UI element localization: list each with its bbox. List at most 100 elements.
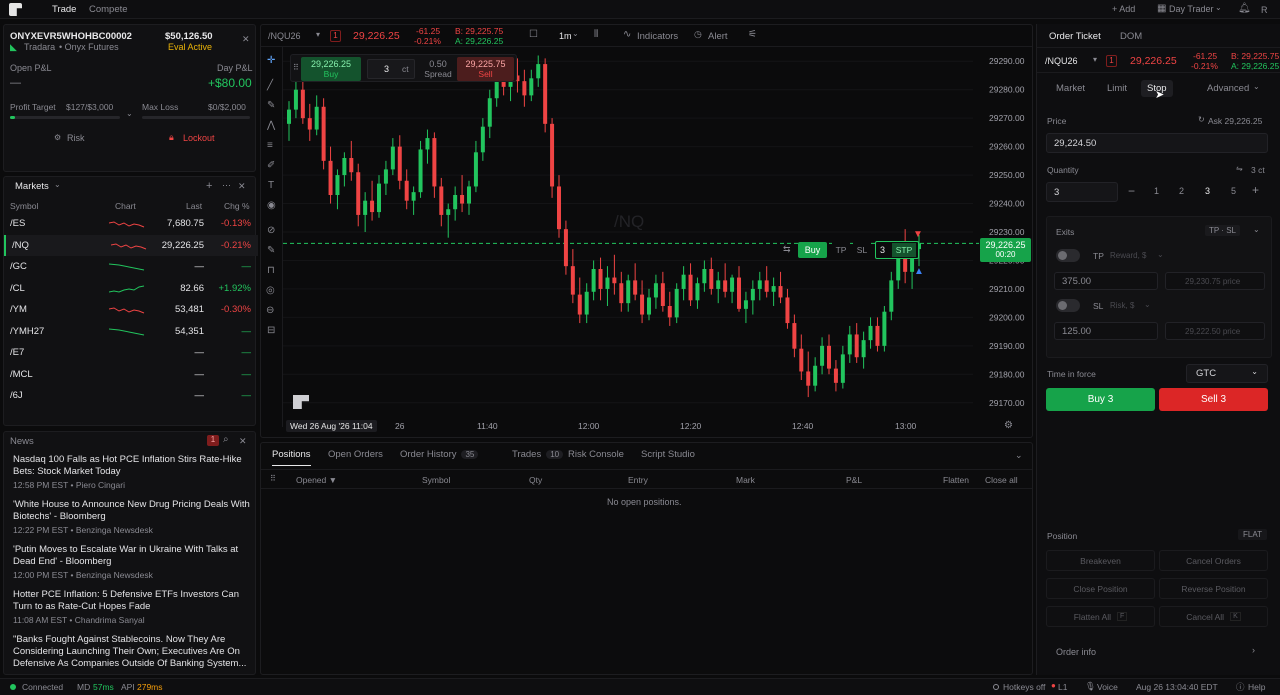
qty-preset-1[interactable]: 1 — [1154, 186, 1159, 196]
level-status[interactable]: L1 — [1058, 682, 1067, 692]
tp-marker-icon[interactable]: ▼ — [913, 229, 923, 240]
bottom-tab[interactable]: Risk Console — [568, 449, 624, 460]
pen-icon[interactable]: ✎ — [267, 100, 275, 111]
ask-ref[interactable]: Ask 29,226.25 — [1208, 116, 1262, 126]
ticket-symbol[interactable]: /NQU26 — [1045, 56, 1078, 66]
close-icon[interactable]: ✕ — [238, 181, 246, 192]
sl-mode[interactable]: Risk, $ — [1110, 301, 1134, 310]
market-row[interactable]: /YM 53,481 -0.30% — [4, 299, 258, 320]
col-symbol[interactable]: Symbol — [422, 475, 450, 485]
lock-icon[interactable]: ⊓ — [267, 265, 275, 276]
tp-price-input[interactable]: 29,230.75 price — [1165, 272, 1265, 290]
shape-icon[interactable]: ◉ — [267, 200, 276, 211]
col-entry[interactable]: Entry — [628, 475, 648, 485]
orderline-tag[interactable]: 3 STP — [875, 241, 919, 259]
qty-increment[interactable]: + — [1252, 183, 1259, 197]
drag-handle-icon[interactable]: ⠿ — [293, 63, 299, 72]
chart-settings-icon[interactable]: ⚙ — [1004, 420, 1013, 431]
lockout-button[interactable]: Lockout — [183, 133, 215, 143]
sell-button[interactable]: Sell 3 — [1159, 388, 1268, 411]
app-logo[interactable] — [9, 3, 22, 16]
layout-select[interactable]: Day Trader — [1169, 4, 1214, 14]
pattern-icon[interactable]: ⋀ — [267, 120, 275, 131]
cancel-orders-button[interactable]: Cancel Orders — [1159, 550, 1268, 571]
flatten-all-button[interactable]: Flatten All F — [1046, 606, 1155, 627]
collapse-icon[interactable]: ⌄ — [1015, 450, 1023, 461]
avatar[interactable]: R — [1261, 5, 1268, 15]
candles-icon[interactable]: ⫴ — [594, 29, 598, 40]
chevron-down-icon[interactable]: ⌄ — [1253, 225, 1260, 234]
chart-type-icon[interactable]: ☐ — [529, 29, 538, 40]
chevron-down-icon[interactable]: ▾ — [316, 30, 320, 39]
sl-marker-icon[interactable]: ▲ — [914, 266, 924, 277]
chevron-down-icon[interactable]: ▾ — [1093, 55, 1097, 64]
market-row[interactable]: /NQ 29,226.25 -0.21% — [4, 234, 258, 256]
flatten-button[interactable]: Flatten — [943, 475, 969, 485]
sl-price-input[interactable]: 29,222.50 price — [1165, 322, 1265, 340]
draw-icon[interactable]: ✎ — [267, 245, 275, 256]
risk-icon[interactable]: ⚙ — [54, 133, 61, 142]
chart-symbol[interactable]: /NQU26 — [268, 31, 301, 41]
market-row[interactable]: /6J — — — [4, 385, 258, 406]
bottom-tab[interactable]: Order History 35 — [400, 449, 479, 460]
breakeven-button[interactable]: Breakeven — [1046, 550, 1155, 571]
order-info-button[interactable]: Order info — [1056, 647, 1096, 657]
order-type-limit[interactable]: Limit — [1107, 83, 1127, 94]
col-mark[interactable]: Mark — [736, 475, 755, 485]
market-row[interactable]: /ES 7,680.75 -0.13% — [4, 213, 258, 234]
market-row[interactable]: /CL 82.66 +1.92% — [4, 278, 258, 299]
fib-icon[interactable]: ≡ — [267, 140, 273, 151]
advanced-select[interactable]: Advanced — [1207, 83, 1249, 94]
tp-mode[interactable]: Reward, $ — [1110, 251, 1146, 260]
market-row[interactable]: /E7 — — — [4, 342, 258, 363]
news-item[interactable]: Nasdaq 100 Falls as Hot PCE Inflation St… — [13, 454, 253, 491]
orderline-tp[interactable]: TP — [832, 242, 850, 258]
close-icon[interactable]: ✕ — [239, 436, 247, 447]
tif-select[interactable]: GTC ⌄ — [1186, 364, 1268, 383]
quantity-input[interactable]: 3 — [1046, 182, 1118, 202]
voice-button[interactable]: Voice — [1097, 682, 1118, 692]
qty-settings-icon[interactable]: ⇋ — [1236, 164, 1243, 173]
close-position-button[interactable]: Close Position — [1046, 578, 1155, 599]
more-icon[interactable]: ⋯ — [222, 180, 231, 191]
help-button[interactable]: Help — [1248, 682, 1265, 692]
qty-decrement[interactable]: − — [1128, 184, 1135, 198]
text-icon[interactable]: T — [268, 180, 274, 191]
line-icon[interactable]: ╱ — [267, 80, 273, 91]
sl-value-input[interactable]: 125.00 — [1054, 322, 1158, 340]
interval-select[interactable]: 1m — [559, 31, 572, 41]
chevron-down-icon[interactable]: ⌄ — [126, 109, 133, 118]
close-all-button[interactable]: Close all — [985, 475, 1018, 485]
buy-button[interactable]: Buy 3 — [1046, 388, 1155, 411]
chevron-down-icon[interactable]: ⌄ — [54, 180, 61, 189]
news-item[interactable]: Hotter PCE Inflation: 5 Defensive ETFs I… — [13, 589, 253, 626]
cancel-all-button[interactable]: Cancel All K — [1159, 606, 1268, 627]
tab-trade[interactable]: Trade — [52, 4, 76, 15]
bell-icon[interactable]: 🔔︎ — [1238, 3, 1251, 14]
indicators-button[interactable]: Indicators — [637, 31, 678, 42]
price-input[interactable]: 29,224.50 — [1046, 133, 1268, 153]
bottom-tab[interactable]: Positions — [272, 449, 311, 466]
trash-icon[interactable]: ⊟ — [267, 325, 275, 336]
market-row[interactable]: /YMH27 54,351 — — [4, 321, 258, 342]
reverse-icon[interactable]: ⇆ — [783, 244, 791, 255]
news-item[interactable]: "Banks Fought Against Stablecoins. Now T… — [13, 634, 253, 670]
link-icon[interactable]: ⊖ — [266, 305, 274, 316]
price-chart[interactable]: /NQ 29290.00 29280.00 29270.00 29260.00 2925… — [283, 47, 1033, 437]
news-item[interactable]: 'Putin Moves to Escalate War in Ukraine … — [13, 544, 253, 581]
alert-button[interactable]: Alert — [708, 31, 728, 42]
ruler-icon[interactable]: ⊘ — [267, 225, 275, 236]
bottom-tab[interactable]: Open Orders — [328, 449, 383, 460]
search-icon[interactable]: ⌕ — [223, 434, 229, 445]
brush-icon[interactable]: ✐ — [267, 160, 275, 171]
market-row[interactable]: /GC — — — [4, 256, 258, 277]
quick-qty-field[interactable]: 3 ct — [367, 59, 415, 79]
orderline-buy[interactable]: Buy — [798, 242, 827, 258]
eye-icon[interactable]: ◎ — [266, 285, 275, 296]
crosshair-icon[interactable]: ✛ — [267, 55, 275, 66]
hotkeys-status[interactable]: Hotkeys off — [1003, 682, 1045, 692]
tab-compete[interactable]: Compete — [89, 4, 128, 15]
col-pnl[interactable]: P&L — [846, 475, 862, 485]
news-item[interactable]: 'White House to Announce New Drug Pricin… — [13, 499, 253, 536]
quick-sell-button[interactable]: 29,225.75 Sell — [457, 57, 514, 81]
